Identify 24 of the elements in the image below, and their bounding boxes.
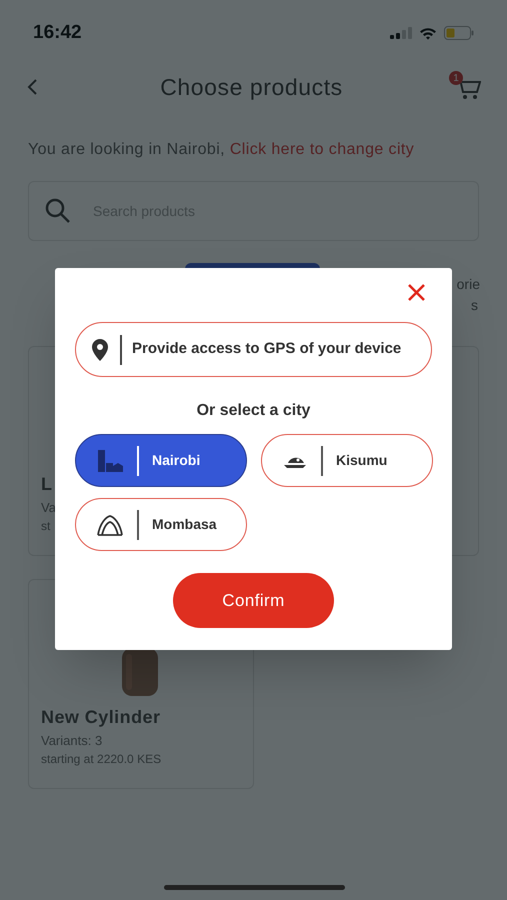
location-notice: You are looking in Nairobi, Click here to change city [27, 140, 416, 160]
arch-icon [96, 512, 124, 536]
search-icon [45, 198, 71, 224]
cart-badge: 1 [448, 71, 463, 85]
dialog-subtitle: Or select a city [196, 401, 312, 421]
towers-icon [96, 448, 124, 472]
tab-label[interactable]: s [471, 295, 478, 316]
battery-icon [444, 26, 474, 40]
location-pin-icon [90, 338, 110, 362]
city-option[interactable]: Kisumu [261, 434, 433, 487]
cart-button[interactable]: 1 [450, 73, 481, 101]
product-title: New Cylinder [41, 706, 160, 729]
product-title: L [41, 472, 52, 496]
signal-icon [390, 27, 412, 39]
city-option[interactable]: Mombasa [75, 498, 247, 551]
change-city-link[interactable]: Click here to change city [230, 141, 414, 158]
status-time: 16:42 [33, 20, 82, 45]
page-title: Choose products [160, 72, 343, 102]
gps-button[interactable]: Provide access to GPS of your device [75, 322, 432, 377]
close-icon[interactable] [407, 283, 426, 302]
city-option[interactable]: Nairobi [75, 434, 247, 487]
tab-label[interactable]: orie [456, 274, 480, 295]
wifi-icon [419, 26, 437, 40]
confirm-button[interactable]: Confirm [173, 573, 334, 628]
